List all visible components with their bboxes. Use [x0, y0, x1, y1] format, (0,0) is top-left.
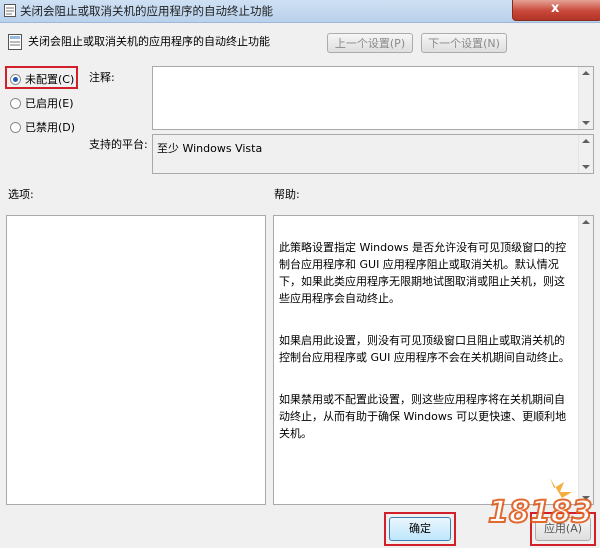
setting-name: 关闭会阻止或取消关机的应用程序的自动终止功能 [28, 35, 270, 48]
scroll-down-icon[interactable] [582, 121, 590, 125]
scroll-down-icon[interactable] [582, 165, 590, 169]
scroll-up-icon[interactable] [582, 139, 590, 143]
supported-on-field: 至少 Windows Vista [152, 134, 594, 174]
prev-setting-button[interactable]: 上一个设置(P) [327, 33, 413, 53]
next-setting-button[interactable]: 下一个设置(N) [421, 33, 507, 53]
policy-icon [4, 4, 16, 17]
title-bar: 关闭会阻止或取消关机的应用程序的自动终止功能 x [0, 0, 600, 23]
help-paragraph: 此策略设置指定 Windows 是否允许没有可见顶级窗口的控制台应用程序和 GU… [279, 241, 567, 305]
radio-enabled[interactable]: 已启用(E) [10, 95, 74, 111]
svg-text:18183: 18183 [488, 495, 592, 530]
comment-value [153, 67, 593, 75]
scroll-up-icon[interactable] [582, 220, 590, 224]
scroll-up-icon[interactable] [582, 71, 590, 75]
radio-indicator[interactable] [10, 97, 21, 109]
radio-indicator[interactable] [10, 121, 21, 133]
help-paragraph: 如果禁用或不配置此设置，则这些应用程序将在关机期间自动终止，从而有助于确保 Wi… [279, 393, 567, 440]
supported-on-scrollbar[interactable] [578, 135, 593, 173]
radio-not-configured[interactable]: 未配置(C) [10, 71, 74, 87]
radio-label: 未配置(C) [25, 73, 75, 86]
radio-label: 已禁用(D) [25, 121, 76, 134]
comment-scrollbar[interactable] [578, 67, 593, 129]
ok-button[interactable]: 确定 [389, 517, 451, 541]
supported-on-label: 支持的平台: [89, 138, 148, 151]
help-scrollbar[interactable] [578, 216, 593, 504]
close-button[interactable]: x [512, 0, 600, 21]
close-icon: x [551, 1, 560, 16]
options-pane [6, 215, 266, 505]
setting-icon [8, 34, 22, 50]
options-label: 选项: [8, 188, 34, 201]
help-text: 此策略设置指定 Windows 是否允许没有可见顶级窗口的控制台应用程序和 GU… [274, 216, 579, 465]
comment-textarea[interactable] [152, 66, 594, 130]
watermark-logo: 18183 [487, 478, 593, 531]
radio-selected-indicator[interactable] [10, 73, 21, 85]
help-label: 帮助: [274, 188, 300, 201]
supported-on-value: 至少 Windows Vista [157, 142, 263, 155]
help-paragraph: 如果启用此设置，则没有可见顶级窗口且阻止或取消关机的控制台应用程序或 GUI 应… [279, 334, 570, 364]
comment-label: 注释: [89, 71, 115, 84]
radio-label: 已启用(E) [25, 97, 74, 110]
help-pane: 此策略设置指定 Windows 是否允许没有可见顶级窗口的控制台应用程序和 GU… [273, 215, 594, 505]
window-title: 关闭会阻止或取消关机的应用程序的自动终止功能 [20, 4, 273, 18]
radio-disabled[interactable]: 已禁用(D) [10, 119, 75, 135]
